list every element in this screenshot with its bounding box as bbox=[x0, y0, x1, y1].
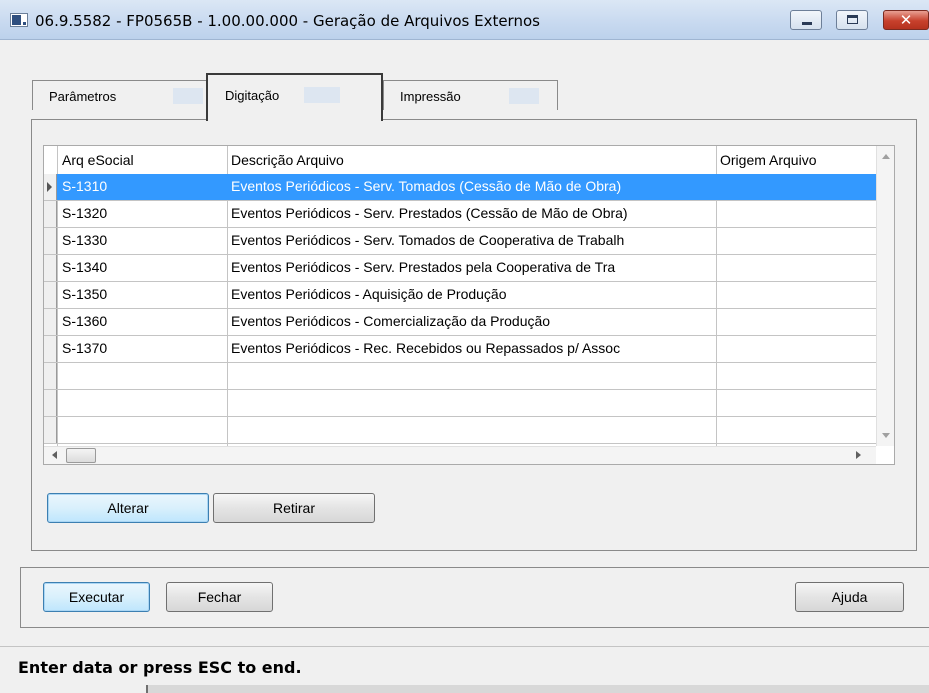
tab-parametros[interactable]: Parâmetros bbox=[32, 80, 207, 110]
table-row[interactable]: S-1340 Eventos Periódicos - Serv. Presta… bbox=[44, 255, 876, 282]
scroll-right-icon[interactable] bbox=[856, 451, 861, 459]
row-indicator[interactable] bbox=[44, 201, 57, 227]
tab-label: Parâmetros bbox=[49, 89, 117, 104]
scroll-left-icon[interactable] bbox=[52, 451, 57, 459]
tab-decoration bbox=[173, 88, 203, 104]
tab-digitacao[interactable]: Digitação bbox=[206, 73, 383, 121]
table-row[interactable]: S-1370 Eventos Periódicos - Rec. Recebid… bbox=[44, 336, 876, 363]
horizontal-scrollbar[interactable] bbox=[44, 446, 876, 464]
files-grid[interactable]: Arq eSocial Descrição Arquivo Origem Arq… bbox=[43, 145, 895, 465]
close-button[interactable]: ✕ bbox=[883, 10, 929, 30]
action-bar bbox=[20, 567, 929, 628]
tab-decoration bbox=[509, 88, 539, 104]
row-indicator[interactable] bbox=[44, 309, 57, 335]
fechar-button[interactable]: Fechar bbox=[166, 582, 273, 612]
cell-descricao[interactable]: Eventos Periódicos - Serv. Tomados (Cess… bbox=[231, 178, 713, 194]
vertical-scrollbar[interactable] bbox=[876, 146, 894, 446]
column-header-descricao[interactable]: Descrição Arquivo bbox=[231, 152, 344, 168]
cell-arq[interactable]: S-1330 bbox=[62, 232, 222, 248]
cell-descricao[interactable]: Eventos Periódicos - Comercialização da … bbox=[231, 313, 713, 329]
cell-descricao[interactable]: Eventos Periódicos - Aquisição de Produç… bbox=[231, 286, 713, 302]
app-icon[interactable] bbox=[10, 13, 28, 27]
cell-descricao[interactable]: Eventos Periódicos - Rec. Recebidos ou R… bbox=[231, 340, 713, 356]
scroll-up-icon[interactable] bbox=[882, 154, 890, 159]
retirar-button[interactable]: Retirar bbox=[213, 493, 375, 523]
minimize-icon bbox=[802, 22, 812, 25]
status-message: Enter data or press ESC to end. bbox=[18, 658, 302, 677]
row-indicator[interactable] bbox=[44, 255, 57, 281]
status-panel bbox=[148, 685, 929, 693]
alterar-button[interactable]: Alterar bbox=[47, 493, 209, 523]
cell-arq[interactable]: S-1310 bbox=[62, 178, 222, 194]
grid-header: Arq eSocial Descrição Arquivo Origem Arq… bbox=[44, 146, 876, 174]
row-indicator[interactable] bbox=[44, 174, 57, 200]
table-row[interactable] bbox=[44, 417, 876, 444]
current-row-arrow-icon bbox=[47, 182, 52, 192]
row-indicator[interactable] bbox=[44, 336, 57, 362]
table-row[interactable] bbox=[44, 390, 876, 417]
table-row[interactable]: S-1350 Eventos Periódicos - Aquisição de… bbox=[44, 282, 876, 309]
column-header-arq-esocial[interactable]: Arq eSocial bbox=[62, 152, 134, 168]
row-indicator[interactable] bbox=[44, 228, 57, 254]
table-row[interactable] bbox=[44, 363, 876, 390]
window-title: 06.9.5582 - FP0565B - 1.00.00.000 - Gera… bbox=[35, 12, 540, 30]
row-indicator[interactable] bbox=[44, 363, 57, 389]
tab-impressao[interactable]: Impressão bbox=[383, 80, 558, 110]
horizontal-scroll-thumb[interactable] bbox=[66, 448, 96, 463]
row-indicator[interactable] bbox=[44, 417, 57, 443]
status-bar: Enter data or press ESC to end. bbox=[0, 646, 929, 693]
scroll-down-icon[interactable] bbox=[882, 433, 890, 438]
tab-label: Impressão bbox=[400, 89, 461, 104]
minimize-button[interactable] bbox=[790, 10, 822, 30]
tab-label: Digitação bbox=[225, 88, 280, 103]
application-window: 06.9.5582 - FP0565B - 1.00.00.000 - Gera… bbox=[0, 0, 929, 693]
table-row[interactable]: S-1330 Eventos Periódicos - Serv. Tomado… bbox=[44, 228, 876, 255]
maximize-button[interactable] bbox=[836, 10, 868, 30]
cell-arq[interactable]: S-1340 bbox=[62, 259, 222, 275]
column-header-origem[interactable]: Origem Arquivo bbox=[720, 152, 816, 168]
cell-arq[interactable]: S-1370 bbox=[62, 340, 222, 356]
maximize-icon bbox=[847, 15, 858, 24]
cell-descricao[interactable]: Eventos Periódicos - Serv. Prestados (Ce… bbox=[231, 205, 713, 221]
cell-arq[interactable]: S-1350 bbox=[62, 286, 222, 302]
ajuda-button[interactable]: Ajuda bbox=[795, 582, 904, 612]
cell-descricao[interactable]: Eventos Periódicos - Serv. Prestados pel… bbox=[231, 259, 713, 275]
close-icon: ✕ bbox=[899, 11, 913, 29]
table-row[interactable]: S-1320 Eventos Periódicos - Serv. Presta… bbox=[44, 201, 876, 228]
row-indicator[interactable] bbox=[44, 282, 57, 308]
row-indicator[interactable] bbox=[44, 390, 57, 416]
cell-arq[interactable]: S-1320 bbox=[62, 205, 222, 221]
table-row[interactable]: S-1310 Eventos Periódicos - Serv. Tomado… bbox=[44, 174, 876, 201]
executar-button[interactable]: Executar bbox=[43, 582, 150, 612]
title-bar[interactable]: 06.9.5582 - FP0565B - 1.00.00.000 - Gera… bbox=[0, 0, 929, 40]
cell-descricao[interactable]: Eventos Periódicos - Serv. Tomados de Co… bbox=[231, 232, 713, 248]
table-row[interactable]: S-1360 Eventos Periódicos - Comercializa… bbox=[44, 309, 876, 336]
tab-decoration bbox=[304, 87, 340, 103]
cell-arq[interactable]: S-1360 bbox=[62, 313, 222, 329]
